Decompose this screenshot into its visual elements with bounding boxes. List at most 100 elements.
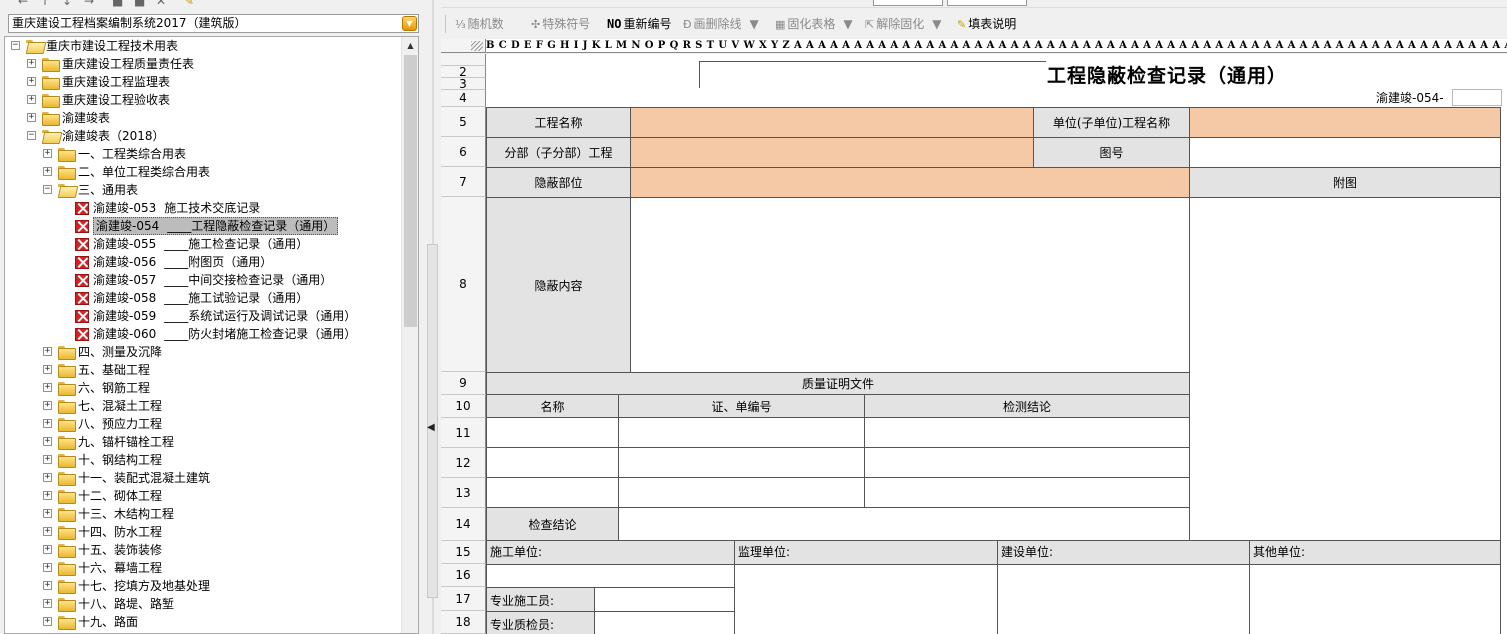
expand-icon[interactable]: +	[43, 347, 52, 356]
tree-node-group[interactable]: + 重庆建设工程监理表	[5, 73, 400, 91]
tree-node-category[interactable]: + 十一、装配式混凝土建筑	[5, 469, 400, 487]
doc-name-input[interactable]	[486, 417, 619, 448]
expand-icon[interactable]: +	[43, 491, 52, 500]
tree-node-category[interactable]: + 十四、防水工程	[5, 523, 400, 541]
panel-splitter[interactable]: ◀	[425, 0, 441, 634]
expand-icon[interactable]: +	[43, 437, 52, 446]
supervision-unit-input[interactable]	[734, 564, 998, 634]
special-symbol-button[interactable]: ✣ 特殊符号	[531, 15, 590, 33]
expand-icon[interactable]: +	[43, 509, 52, 518]
construction-worker-input[interactable]	[594, 587, 735, 612]
system-select[interactable]: 重庆建设工程档案编制系统2017（建筑版） ▼	[8, 14, 419, 33]
tree-node-category[interactable]: + 十八、路堤、路堑	[5, 595, 400, 613]
print-icon[interactable]: ■	[134, 0, 145, 8]
expand-icon[interactable]: +	[43, 365, 52, 374]
expand-icon[interactable]: +	[43, 617, 52, 626]
expand-icon[interactable]: +	[43, 401, 52, 410]
row-number[interactable]: 5	[441, 107, 486, 137]
row-number[interactable]: 17	[441, 587, 486, 611]
font-box[interactable]	[947, 0, 1027, 6]
expand-icon[interactable]: +	[27, 59, 36, 68]
expand-icon[interactable]: +	[43, 383, 52, 392]
row-number[interactable]: 13	[441, 478, 486, 508]
row-number[interactable]: 8	[441, 197, 486, 372]
tree-node-category[interactable]: + 二、单位工程类综合用表	[5, 163, 400, 181]
tree-node-group[interactable]: + 重庆建设工程质量责任表	[5, 55, 400, 73]
close-panel-icon[interactable]: ✎	[184, 0, 194, 8]
up-icon[interactable]: ↑	[40, 0, 50, 8]
tree-node-group[interactable]: + 渝建竣表	[5, 109, 400, 127]
expand-icon[interactable]: +	[43, 599, 52, 608]
tree-node-category[interactable]: + 十三、木结构工程	[5, 505, 400, 523]
tree-node-category[interactable]: + 十、钢结构工程	[5, 451, 400, 469]
row-number[interactable]: 10	[441, 395, 486, 418]
row-number[interactable]: 16	[441, 564, 486, 587]
row-number[interactable]: 14	[441, 508, 486, 541]
tree-node-form[interactable]: 渝建竣-058 ____施工试验记录（通用）	[5, 289, 400, 307]
tree-node-form[interactable]: 渝建竣-053 施工技术交底记录	[5, 199, 400, 217]
expand-icon[interactable]: +	[43, 473, 52, 482]
hidden-content-input[interactable]	[630, 197, 1190, 373]
doc-name-input[interactable]	[486, 477, 619, 508]
hidden-part-input[interactable]	[630, 167, 1190, 198]
tree-node-root[interactable]: − 重庆市建设工程技术用表	[5, 37, 400, 55]
test-conclusion-input[interactable]	[864, 447, 1190, 478]
owner-unit-input[interactable]	[997, 564, 1250, 634]
quality-inspector-input[interactable]	[594, 611, 735, 634]
drawing-no-input[interactable]	[1189, 137, 1501, 168]
form-code-input[interactable]	[1452, 89, 1502, 106]
scroll-up-icon[interactable]: ▲	[402, 37, 418, 54]
expand-icon[interactable]: +	[43, 527, 52, 536]
tree-node-group[interactable]: + 重庆建设工程验收表	[5, 91, 400, 109]
check-conclusion-input[interactable]	[618, 507, 1190, 541]
splitter-tab[interactable]	[427, 244, 438, 598]
lock-table-button[interactable]: ▦ 固化表格 ▼	[775, 15, 853, 33]
collapse-icon[interactable]: −	[11, 41, 20, 50]
tree-node-category[interactable]: + 十六、幕墙工程	[5, 559, 400, 577]
select-all-corner[interactable]	[441, 39, 486, 53]
doc-name-input[interactable]	[486, 447, 619, 478]
delete-icon[interactable]: ✕	[156, 0, 166, 8]
tree-node-form[interactable]: 渝建竣-059 ____系统试运行及调试记录（通用）	[5, 307, 400, 325]
title-input-box[interactable]	[699, 61, 1046, 88]
row-number[interactable]: 3	[441, 78, 486, 90]
other-unit-input[interactable]	[1249, 564, 1501, 634]
tree-node-form[interactable]: 渝建竣-056 ____附图页（通用）	[5, 253, 400, 271]
row-number[interactable]: 11	[441, 418, 486, 448]
sub-project-input[interactable]	[630, 137, 1034, 168]
tree-node-category[interactable]: + 一、工程类综合用表	[5, 145, 400, 163]
chevron-down-icon[interactable]: ▼	[932, 17, 941, 31]
tree-node-category[interactable]: − 三、通用表	[5, 181, 400, 199]
chevron-down-icon[interactable]: ▼	[402, 16, 417, 31]
tree-node-category[interactable]: + 八、预应力工程	[5, 415, 400, 433]
row-number[interactable]: 7	[441, 167, 486, 197]
chevron-down-icon[interactable]: ▼	[843, 17, 852, 31]
form-sheet[interactable]: 工程隐蔽检查记录（通用） 渝建竣-054- 工程名称 单位(子单位)工程名称 分…	[486, 54, 1507, 634]
tree-node-form[interactable]: 渝建竣-054 ____工程隐蔽检查记录（通用）	[5, 217, 400, 235]
tree-node-category[interactable]: + 六、钢筋工程	[5, 379, 400, 397]
cert-no-input[interactable]	[618, 447, 865, 478]
project-name-input[interactable]	[630, 107, 1034, 138]
expand-icon[interactable]: +	[43, 563, 52, 572]
save-icon[interactable]: ■	[112, 0, 123, 8]
chevron-down-icon[interactable]: ▼	[750, 17, 759, 31]
cert-no-input[interactable]	[618, 417, 865, 448]
down-icon[interactable]: ↓	[62, 0, 72, 8]
form-tree[interactable]: − 重庆市建设工程技术用表 + 重庆建设工程质量责任表 + 重庆建设工程监理表 + 重庆建设工…	[4, 36, 419, 634]
tree-node-category[interactable]: + 十五、装饰装修	[5, 541, 400, 559]
tree-scroll-thumb[interactable]	[404, 55, 417, 327]
expand-icon[interactable]: +	[27, 77, 36, 86]
tree-node-category[interactable]: + 十七、挖填方及地基处理	[5, 577, 400, 595]
attached-drawing-area[interactable]	[1189, 197, 1501, 541]
test-conclusion-input[interactable]	[864, 417, 1190, 448]
collapse-left-icon[interactable]: ◀	[427, 422, 435, 433]
tree-node-form[interactable]: 渝建竣-060 ____防火封堵施工检查记录（通用）	[5, 325, 400, 343]
expand-icon[interactable]: +	[43, 545, 52, 554]
row-number[interactable]: 4	[441, 90, 486, 107]
tree-node-form[interactable]: 渝建竣-057 ____中间交接检查记录（通用）	[5, 271, 400, 289]
tree-node-category[interactable]: + 十九、路面	[5, 613, 400, 631]
row-number[interactable]: 15	[441, 541, 486, 564]
cert-no-input[interactable]	[618, 477, 865, 508]
collapse-icon[interactable]: −	[43, 185, 52, 194]
tree-node-form[interactable]: 渝建竣-055 ____施工检查记录（通用）	[5, 235, 400, 253]
